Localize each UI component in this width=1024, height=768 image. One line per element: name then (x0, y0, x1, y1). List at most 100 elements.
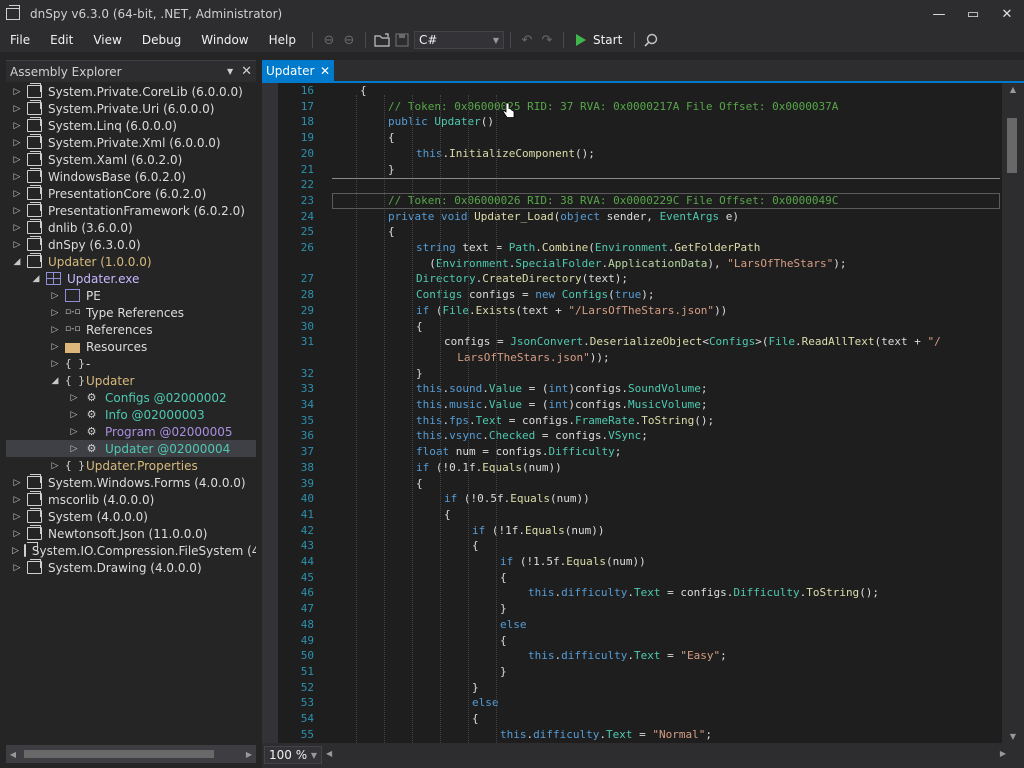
code-line[interactable]: 48 else (262, 617, 1002, 633)
tree-item[interactable]: ▷ Resources (6, 338, 256, 355)
open-folder-icon[interactable] (372, 30, 392, 50)
collapsed-arrow-icon[interactable]: ▷ (12, 223, 22, 233)
tree-item[interactable]: ▷ mscorlib (4.0.0.0) (6, 491, 256, 508)
scrollbar-thumb[interactable] (1007, 118, 1017, 173)
navigate-back-icon[interactable]: ⊖ (319, 30, 339, 50)
menu-view[interactable]: View (83, 28, 131, 52)
menu-window[interactable]: Window (191, 28, 258, 52)
tree-item[interactable]: ▷ ⚙ Updater @02000004 (6, 440, 256, 457)
scroll-right-icon[interactable]: ▶ (1000, 749, 1006, 758)
scroll-left-icon[interactable]: ◀ (326, 749, 332, 758)
redo-icon[interactable]: ↷ (537, 30, 557, 50)
collapsed-arrow-icon[interactable]: ▷ (12, 87, 22, 97)
code-line[interactable]: 30 { (262, 319, 1002, 335)
tree-item[interactable]: ◢ { } Updater (6, 372, 256, 389)
scrollbar-thumb[interactable] (24, 750, 214, 758)
collapsed-arrow-icon[interactable]: ▷ (50, 342, 60, 352)
code-line[interactable]: 27 Directory.CreateDirectory(text); (262, 271, 1002, 287)
tree-item[interactable]: ▷ { } Updater.Properties (6, 457, 256, 474)
collapsed-arrow-icon[interactable]: ▷ (12, 138, 22, 148)
collapsed-arrow-icon[interactable]: ▷ (69, 427, 79, 437)
collapsed-arrow-icon[interactable]: ▷ (50, 359, 60, 369)
maximize-button[interactable]: ▭ (956, 0, 990, 28)
code-line[interactable]: 42 if (!1f.Equals(num)) (262, 523, 1002, 539)
code-line[interactable]: 54 { (262, 711, 1002, 727)
tree-item[interactable]: ▷ System.Windows.Forms (4.0.0.0) (6, 474, 256, 491)
collapsed-arrow-icon[interactable]: ▷ (12, 529, 22, 539)
menu-debug[interactable]: Debug (132, 28, 191, 52)
tree-item[interactable]: ▷ System.Private.CoreLib (6.0.0.0) (6, 83, 256, 100)
save-icon[interactable] (392, 30, 412, 50)
menu-help[interactable]: Help (259, 28, 306, 52)
code-line[interactable]: 24 private void Updater_Load(object sende… (262, 209, 1002, 225)
tree-item[interactable]: ▷ System.Linq (6.0.0.0) (6, 117, 256, 134)
code-line[interactable]: 19 { (262, 130, 1002, 146)
scroll-right-icon[interactable]: ▶ (242, 750, 256, 759)
expanded-arrow-icon[interactable]: ◢ (50, 376, 60, 386)
tree-item[interactable]: ▷ ⚙ Program @02000005 (6, 423, 256, 440)
tab-updater[interactable]: Updater ✕ (262, 60, 334, 81)
tree-item[interactable]: ▷ dnSpy (6.3.0.0) (6, 236, 256, 253)
code-line[interactable]: 43 { (262, 538, 1002, 554)
tree-item[interactable]: ▷ ▫-▫ References (6, 321, 256, 338)
collapsed-arrow-icon[interactable]: ▷ (69, 444, 79, 454)
collapsed-arrow-icon[interactable]: ▷ (12, 189, 22, 199)
collapsed-arrow-icon[interactable]: ▷ (12, 104, 22, 114)
collapsed-arrow-icon[interactable]: ▷ (12, 512, 22, 522)
tree-item[interactable]: ▷ ⚙ Info @02000003 (6, 406, 256, 423)
collapsed-arrow-icon[interactable]: ▷ (12, 121, 22, 131)
search-icon[interactable] (641, 30, 661, 50)
tree-item[interactable]: ▷ PE (6, 287, 256, 304)
collapsed-arrow-icon[interactable]: ▷ (50, 325, 60, 335)
undo-icon[interactable]: ↶ (517, 30, 537, 50)
close-window-button[interactable]: ✕ (990, 0, 1024, 28)
tree-item[interactable]: ▷ System.Private.Xml (6.0.0.0) (6, 134, 256, 151)
tree-item[interactable]: ▷ ▫-▫ Type References (6, 304, 256, 321)
tree-item[interactable]: ◢ Updater (1.0.0.0) (6, 253, 256, 270)
tree-item[interactable]: ▷ Newtonsoft.Json (11.0.0.0) (6, 525, 256, 542)
tree-item[interactable]: ▷ System.IO.Compression.FileSystem (4. (6, 542, 256, 559)
code-line[interactable]: 49 { (262, 633, 1002, 649)
code-line[interactable]: 45 { (262, 570, 1002, 586)
code-line[interactable]: (Environment.SpecialFolder.ApplicationDa… (262, 256, 1002, 272)
code-line[interactable]: 46 this.difficulty.Text = configs.Difficu… (262, 585, 1002, 601)
collapsed-arrow-icon[interactable]: ▷ (50, 461, 60, 471)
collapsed-arrow-icon[interactable]: ▷ (50, 291, 60, 301)
code-line[interactable]: 55 this.difficulty.Text = "Normal"; (262, 727, 1002, 743)
assembly-tree-hscrollbar[interactable]: ◀ ▶ (6, 745, 256, 763)
collapsed-arrow-icon[interactable]: ▷ (69, 410, 79, 420)
collapsed-arrow-icon[interactable]: ▷ (69, 393, 79, 403)
code-line[interactable]: 25 { (262, 224, 1002, 240)
code-line[interactable]: 36 this.vsync.Checked = configs.VSync; (262, 428, 1002, 444)
tree-item[interactable]: ▷ WindowsBase (6.0.2.0) (6, 168, 256, 185)
code-line[interactable]: 37 float num = configs.Difficulty; (262, 444, 1002, 460)
code-line[interactable]: 22 (262, 177, 1002, 193)
collapsed-arrow-icon[interactable]: ▷ (12, 155, 22, 165)
code-line[interactable]: 20 this.InitializeComponent(); (262, 146, 1002, 162)
code-line[interactable]: 18 public Updater() (262, 114, 1002, 130)
editor-hscrollbar[interactable]: ◀ ▶ (326, 749, 1006, 761)
code-line[interactable]: 35 this.fps.Text = configs.FrameRate.ToSt… (262, 413, 1002, 429)
language-select[interactable]: C# ▼ (413, 31, 504, 49)
code-line[interactable]: 47} (262, 601, 1002, 617)
code-line[interactable]: 39 { (262, 476, 1002, 492)
code-line[interactable]: 51} (262, 664, 1002, 680)
start-debug-button[interactable]: Start (570, 33, 628, 47)
close-panel-icon[interactable]: ✕ (241, 64, 252, 79)
tree-item[interactable]: ▷ ⚙ Configs @02000002 (6, 389, 256, 406)
collapsed-arrow-icon[interactable]: ▷ (12, 478, 22, 488)
scroll-left-icon[interactable]: ◀ (6, 750, 20, 759)
code-line[interactable]: 26 string text = Path.Combine(Environment… (262, 240, 1002, 256)
collapsed-arrow-icon[interactable]: ▷ (12, 546, 19, 556)
tree-item[interactable]: ▷ System.Xaml (6.0.2.0) (6, 151, 256, 168)
code-line[interactable]: 38 if (!0.1f.Equals(num)) (262, 460, 1002, 476)
expanded-arrow-icon[interactable]: ◢ (12, 257, 22, 267)
close-tab-icon[interactable]: ✕ (320, 64, 330, 78)
tree-item[interactable]: ▷ PresentationCore (6.0.2.0) (6, 185, 256, 202)
code-line[interactable]: 53 else (262, 695, 1002, 711)
scroll-down-icon[interactable]: ▼ (1002, 732, 1024, 741)
tree-item[interactable]: ▷ dnlib (3.6.0.0) (6, 219, 256, 236)
code-line[interactable]: 17 // Token: 0x06000025 RID: 37 RVA: 0x00… (262, 99, 1002, 115)
collapsed-arrow-icon[interactable]: ▷ (12, 206, 22, 216)
panel-dropdown-icon[interactable]: ▼ (227, 67, 233, 76)
